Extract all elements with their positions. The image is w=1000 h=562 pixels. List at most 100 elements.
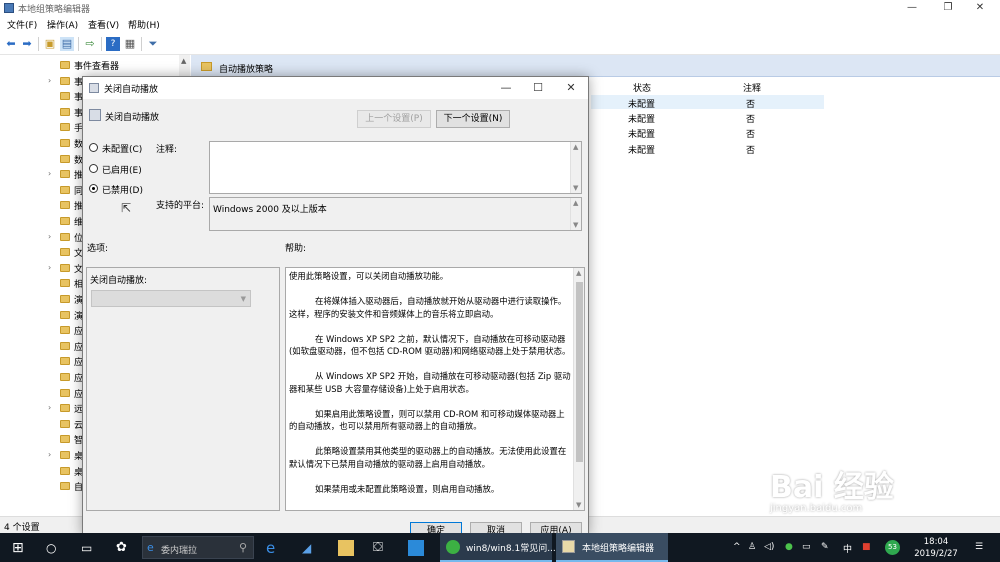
dialog-title-bar: 关闭自动播放 — ☐ ✕ (83, 77, 588, 99)
properties-icon[interactable]: ▦ (123, 37, 137, 51)
filter-icon[interactable]: ⏷ (146, 37, 160, 51)
ime-indicator[interactable]: 中 (843, 542, 852, 555)
action-center-icon[interactable]: ☰ (975, 542, 983, 552)
table-cell-state[interactable]: 未配置 (628, 143, 655, 156)
browser-e-icon: e (147, 541, 154, 554)
table-cell-note[interactable]: 否 (746, 112, 755, 125)
table-cell-note[interactable]: 否 (746, 127, 755, 140)
dialog-minimize-button[interactable]: — (489, 77, 523, 99)
tree-item[interactable]: 事件查看器 (0, 57, 189, 73)
folder-icon (60, 419, 70, 428)
next-setting-button[interactable]: 下一个设置(N) (436, 110, 510, 128)
notification-badge[interactable]: 53 (885, 540, 900, 555)
previous-setting-button[interactable]: 上一个设置(P) (357, 110, 431, 128)
comment-label: 注释: (156, 145, 178, 155)
column-header-state[interactable]: 状态 (633, 81, 651, 94)
toolbar-separator (101, 37, 102, 51)
folder-icon (60, 326, 70, 335)
folder-icon (60, 482, 70, 491)
help-scroll-thumb[interactable] (576, 282, 583, 462)
column-header-note[interactable]: 注释 (743, 81, 761, 94)
app-pinned-icon[interactable]: ✿ (116, 540, 132, 556)
help-paragraph: 此策略设置禁用其他类型的驱动器上的自动播放。无法使用此设置在默认情况下已禁用自动… (289, 446, 567, 469)
mouse-cursor-icon: ⇱ (121, 201, 132, 215)
media-icon[interactable]: ◢ (302, 540, 318, 556)
menu-view[interactable]: 查看(V) (88, 18, 119, 31)
table-cell-state[interactable]: 未配置 (628, 127, 655, 140)
forward-arrow-icon[interactable]: ➡ (20, 37, 34, 51)
platform-value: Windows 2000 及以上版本 (213, 205, 327, 215)
network-icon[interactable]: ▭ (802, 542, 811, 552)
export-list-icon[interactable]: ⇨ (83, 37, 97, 51)
radio-circle[interactable] (89, 164, 98, 173)
folder-icon (60, 310, 70, 319)
menu-file[interactable]: 文件(F) (7, 18, 37, 31)
clock[interactable]: 18:04 2019/2/27 (910, 536, 962, 560)
help-paragraph: 如果禁用或未配置此策略设置，则启用自动播放。 (315, 483, 500, 494)
folder-icon (60, 248, 70, 257)
search-icon[interactable]: ○ (46, 540, 62, 556)
browser-icon (446, 540, 460, 554)
taskbar-item-gpedit[interactable]: 本地组策略编辑器 (556, 533, 668, 562)
help-icon[interactable]: ? (106, 37, 120, 51)
window-title: 本地组策略编辑器 (18, 5, 91, 15)
table-cell-note[interactable]: 否 (746, 143, 755, 156)
expand-chevron-icon[interactable]: › (48, 169, 51, 178)
status-text: 4 个设置 (4, 523, 40, 533)
windows-start-icon[interactable]: ⊞ (12, 540, 28, 556)
help-paragraph: 使用此策略设置，可以关闭自动播放功能。 (289, 271, 449, 281)
folder-icon (60, 217, 70, 225)
table-cell-note[interactable]: 否 (746, 97, 755, 110)
option-field-label: 关闭自动播放: (90, 276, 148, 286)
radio-enabled[interactable]: 已启用(E) (89, 162, 169, 176)
radio-disabled[interactable]: 已禁用(D) (89, 182, 169, 196)
menu-action[interactable]: 操作(A) (47, 18, 78, 31)
sogou-icon[interactable]: ■ (862, 542, 871, 552)
expand-chevron-icon[interactable]: › (48, 403, 51, 412)
folder-icon (60, 76, 70, 85)
app-window-icon[interactable] (408, 540, 424, 556)
right-pane-title: 自动播放策略 (219, 65, 274, 75)
help-label: 帮助: (285, 244, 307, 254)
feather-icon[interactable]: ✎ (821, 542, 829, 552)
expand-chevron-icon[interactable]: › (48, 232, 51, 241)
tree-item-label: 事件查看器 (74, 62, 120, 72)
folder-icon (60, 295, 70, 303)
expand-chevron-icon[interactable]: › (48, 76, 51, 85)
dialog-maximize-button[interactable]: ☐ (521, 77, 555, 99)
menu-help[interactable]: 帮助(H) (128, 18, 160, 31)
person-icon[interactable]: ♙ (748, 542, 756, 552)
table-cell-state[interactable]: 未配置 (628, 112, 655, 125)
table-cell-state[interactable]: 未配置 (628, 97, 655, 110)
up-folder-icon[interactable]: ▣ (43, 37, 57, 51)
store-icon[interactable]: ⛋ (373, 540, 389, 556)
comment-scrollbar[interactable]: ▲ ▼ (570, 142, 581, 193)
volume-icon[interactable]: ◁) (764, 542, 774, 552)
platform-scrollbar[interactable]: ▲ ▼ (570, 198, 581, 230)
task-view-icon[interactable]: ▭ (81, 540, 97, 556)
autoplay-drive-select[interactable]: ▼ (91, 290, 251, 307)
comment-textarea[interactable]: ▲ ▼ (209, 141, 582, 194)
expand-chevron-icon[interactable]: › (48, 263, 51, 272)
folder-icon (60, 139, 70, 147)
expand-chevron-icon[interactable]: › (48, 450, 51, 459)
show-tree-icon[interactable]: ▤ (60, 37, 74, 51)
help-paragraph: 在将媒体插入驱动器后，自动播放就开始从驱动器中进行读取操作。这样，程序的安装文件… (289, 296, 567, 319)
radio-circle[interactable] (89, 184, 98, 193)
chevron-up-icon[interactable]: ^ (733, 542, 741, 552)
platform-label: 支持的平台: (156, 201, 205, 211)
radio-circle[interactable] (89, 143, 98, 152)
options-panel: 关闭自动播放: ▼ (86, 267, 280, 511)
folder-icon (60, 232, 70, 241)
back-arrow-icon[interactable]: ⬅ (4, 37, 18, 51)
taskbar-search-box[interactable]: e 委内瑞拉 ⚲ (142, 536, 254, 559)
file-explorer-icon[interactable] (338, 540, 354, 556)
edge-icon[interactable]: e (266, 540, 282, 556)
close-button[interactable]: ✕ (958, 0, 1000, 16)
search-icon: ⚲ (238, 541, 247, 554)
toolbar-separator (141, 37, 142, 51)
dialog-close-button[interactable]: ✕ (554, 77, 588, 99)
help-scrollbar[interactable]: ▲ ▼ (573, 268, 584, 510)
taskbar-item-browser[interactable]: win8/win8.1常见问... (440, 533, 556, 562)
wechat-icon[interactable]: ● (785, 542, 793, 552)
